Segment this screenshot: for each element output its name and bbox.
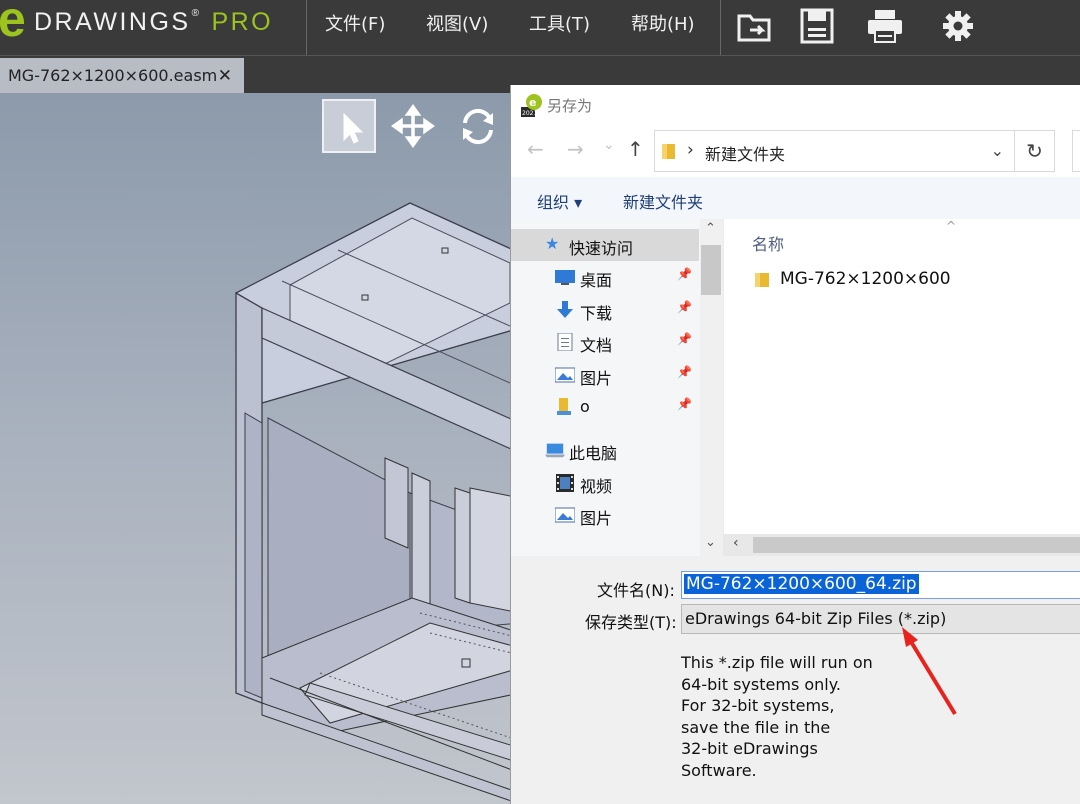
red-annotation-arrow-icon — [902, 627, 957, 716]
